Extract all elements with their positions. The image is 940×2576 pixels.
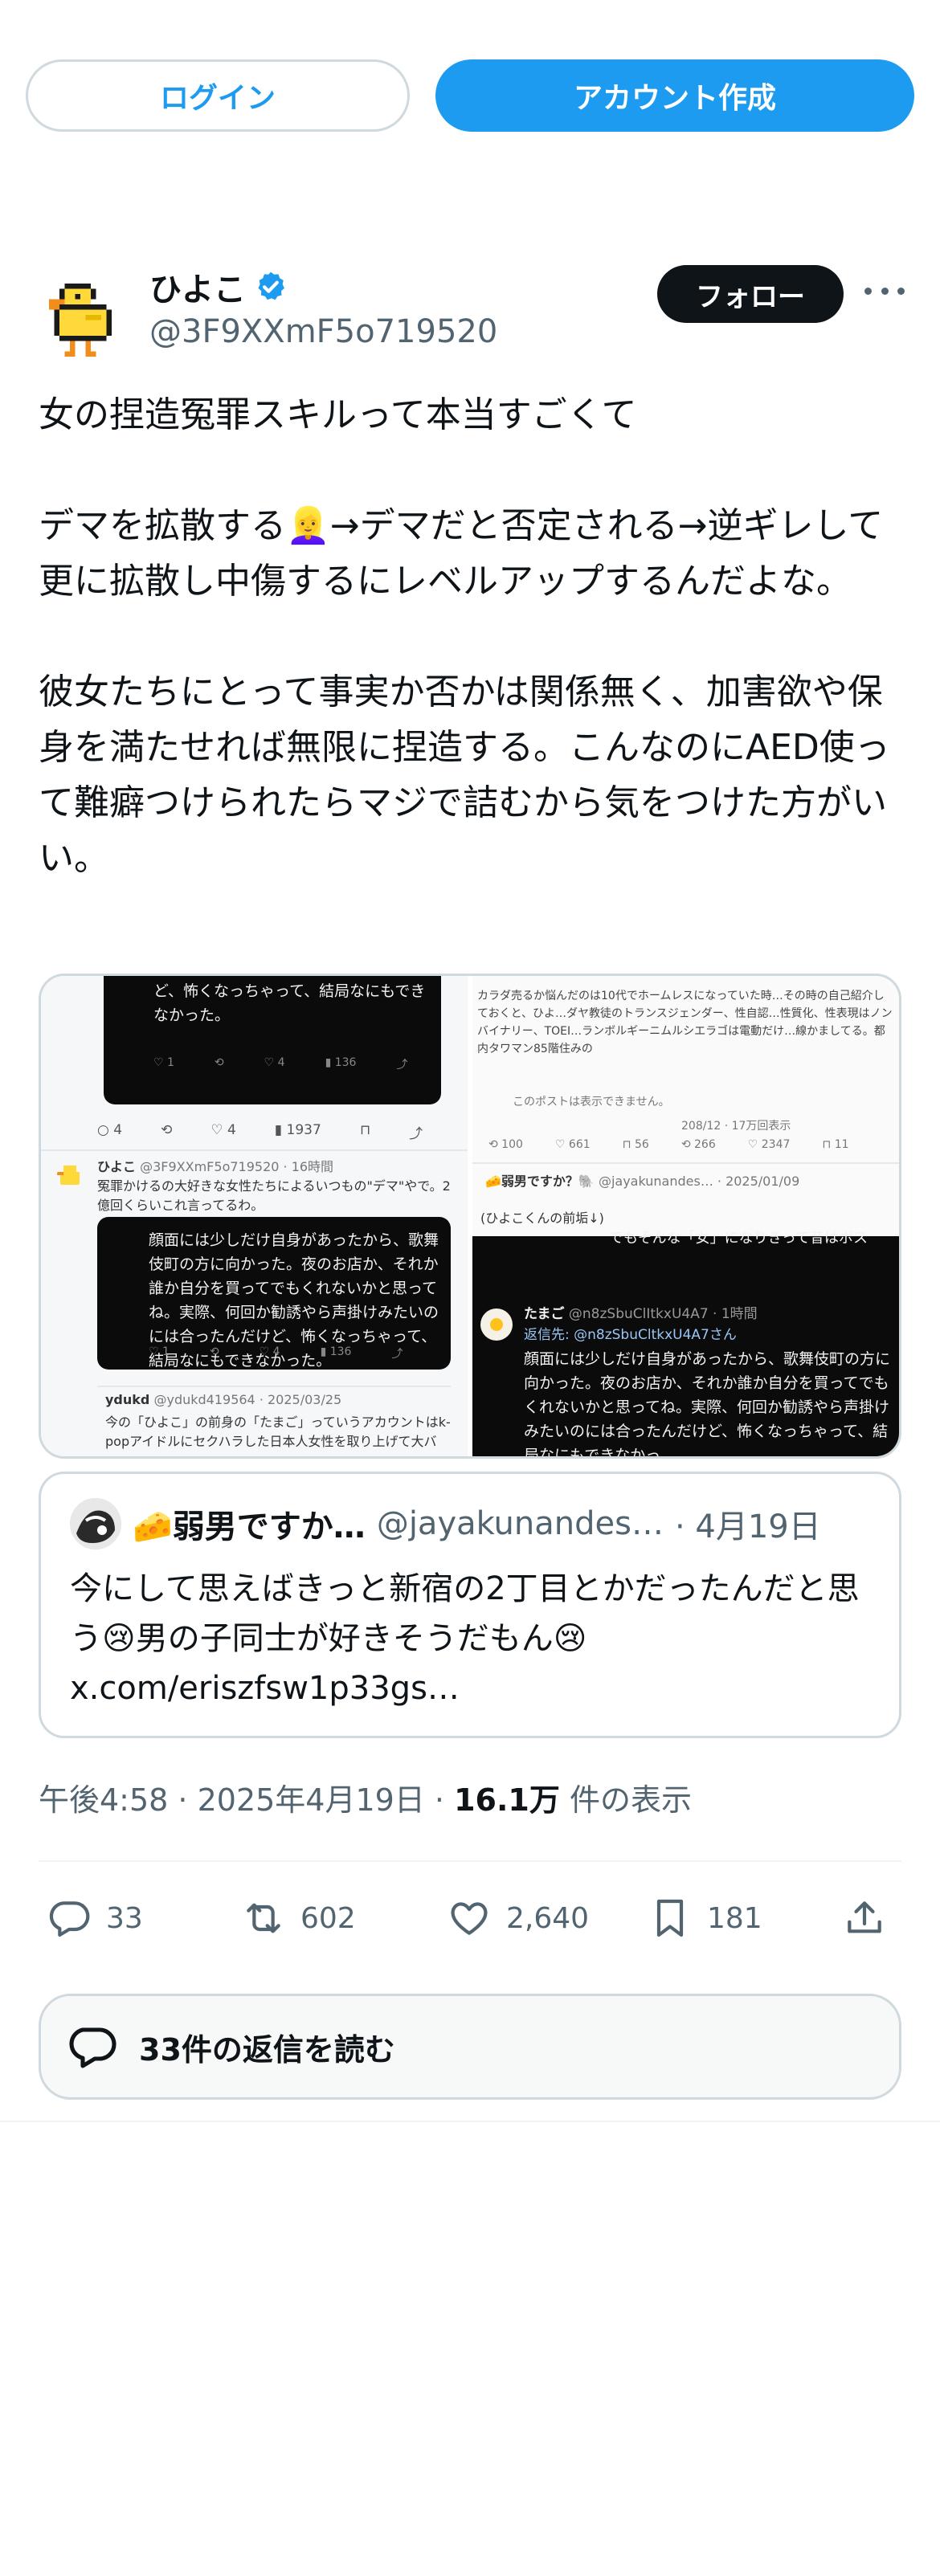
right-reply-to: 返信先: @n8zSbuCltkxU4A7さん — [524, 1327, 737, 1343]
reply-count: 33 — [106, 1901, 143, 1935]
follow-button[interactable]: フォロー — [657, 265, 844, 323]
right-top-text: カラダ売るか悩んだのは10代でホームレスになっていた時…その時の自己紹介しておく… — [477, 990, 893, 1055]
retweet-icon — [247, 1903, 280, 1933]
retweet-count: 602 — [300, 1901, 356, 1935]
bottom-reply-text: 今の「ひよこ」の前身の「たまご」っていうアカウントはk-popアイドルにセクハラ… — [105, 1415, 451, 1449]
bottom-reply-header: ydukd @ydukd419564 · 2025/03/25 — [105, 1390, 451, 1410]
mini-chick-avatar-icon — [57, 1166, 80, 1185]
divider — [41, 1149, 468, 1151]
quote-avatar — [70, 1498, 121, 1549]
tweet-text: 女の捏造冤罪スキルって本当すごくて デマを拡散する👱‍♀️→デマだと否定される→… — [39, 394, 890, 879]
like-count: 2,640 — [506, 1901, 590, 1935]
right-quote-text: (ひよこくんの前垢↓) — [480, 1210, 604, 1226]
bookmark-icon — [656, 1899, 684, 1937]
quote-author-name[interactable]: 🧀弱男ですか… — [133, 1500, 366, 1547]
screenshot-dark-mid: 顔面には少しだけ自身があったから、歌舞伎町の方に向かった。夜のお店か、それか誰か… — [97, 1217, 451, 1370]
divider — [472, 1162, 899, 1164]
media-grid[interactable]: ど、怖くなっちゃって、結局なにもできなかった。 ♡ 1 ⟲ ♡ 4 ▮ 136 ⤴ ○ … — [39, 974, 901, 1459]
bottom-divider — [0, 2121, 940, 2122]
quote-header: 🧀弱男ですか… @jayakunandes… · 4月19日 — [70, 1498, 821, 1549]
retweet-button[interactable]: 602 — [241, 1886, 356, 1950]
media-image-left[interactable]: ど、怖くなっちゃって、結局なにもできなかった。 ♡ 1 ⟲ ♡ 4 ▮ 136 ⤴ ○ … — [41, 976, 468, 1456]
media-image-right[interactable]: カラダ売るか悩んだのは10代でホームレスになっていた時…その時の自己紹介しておく… — [472, 976, 899, 1456]
reply-author: ひよこ — [97, 1159, 137, 1174]
screenshot-dark-top: ど、怖くなっちゃって、結局なにもできなかった。 ♡ 1 ⟲ ♡ 4 ▮ 136 ⤴ — [104, 976, 441, 1104]
share-icon — [848, 1901, 881, 1933]
heart-icon — [451, 1902, 488, 1935]
like-button[interactable]: 2,640 — [447, 1886, 589, 1950]
more-options-icon[interactable] — [864, 275, 905, 307]
reply-button[interactable]: 33 — [47, 1886, 143, 1950]
bottom-author: ydukd — [105, 1392, 150, 1407]
reply-text: 冤罪かけるの大好きな女性たちによるいつもの"デマ"やで。2億回くらいこれ言ってる… — [97, 1178, 451, 1213]
author-name-row: ひよこ — [149, 263, 288, 310]
avatar[interactable] — [39, 273, 122, 357]
reply-handle: @3F9XXmF5o719520 · 16時間 — [140, 1159, 334, 1174]
egg-avatar-icon — [480, 1308, 513, 1341]
share-button[interactable] — [842, 1886, 887, 1950]
tweet-date[interactable]: 2025年4月19日 — [198, 1782, 425, 1818]
views-label: 件の表示 — [569, 1782, 692, 1818]
quote-author-handle[interactable]: @jayakunandes… — [377, 1505, 664, 1542]
right-quote-author: 🧀弱男ですか？🐘 — [485, 1174, 595, 1189]
quote-text: 今にして思えばきっと新宿の2丁目とかだったんだと思う😢男の子同士が好きそうだもん… — [70, 1570, 860, 1707]
shot-stats: ♡ 1 ⟲ ♡ 4 ▮ 136 ⤴ — [153, 1056, 408, 1072]
right-reply-author: たまご — [524, 1306, 565, 1322]
views-count: 16.1万 — [454, 1782, 560, 1818]
read-replies-button[interactable]: 33件の返信を読む — [39, 1994, 901, 2100]
views-note: 208/12 · 17万回表示 — [681, 1120, 791, 1133]
quote-avatar-image — [70, 1498, 121, 1549]
reply-header: ひよこ @3F9XXmF5o719520 · 16時間 — [97, 1157, 451, 1177]
screenshot-dark-right: でもそんな「女」になりきって昔はボス たまご @n8zSbuClItkxU4A7… — [472, 1230, 899, 1456]
action-bar: 33 602 2,640 181 — [39, 1886, 906, 1950]
bookmark-button[interactable]: 181 — [648, 1886, 762, 1950]
right-stats: ⟲ 100 ♡ 661 ⊓ 56 ⟲ 266 ♡ 2347 ⊓ 11 — [488, 1138, 849, 1151]
reply-icon — [49, 1901, 90, 1937]
hidden-note: このポストは表示できません。 — [513, 1096, 670, 1108]
right-shot-text: 顔面には少しだけ自身があったから、歌舞伎町の方に向かった。夜のお店か、それか誰か… — [524, 1350, 891, 1456]
quote-date: · 4月19日 — [674, 1508, 821, 1545]
row-stats: ○ 4 ⟲ ♡ 4 ▮ 1937 ⊓ ⤴ — [97, 1122, 423, 1142]
auth-bar: ログイン アカウント作成 — [26, 59, 914, 132]
shot-stats-mid: ♡ 1 ⟲ ♡ 4 ▮ 136 ⤴ — [149, 1345, 403, 1361]
author-name[interactable]: ひよこ — [149, 263, 246, 310]
divider-top — [39, 1860, 901, 1862]
tweet-time[interactable]: 午後4:58 — [39, 1782, 168, 1818]
tweet-header: ひよこ @3F9XXmF5o719520 フォロー — [39, 257, 906, 361]
right-quote-header: 🧀弱男ですか？🐘 @jayakunandes… · 2025/01/09 — [485, 1172, 899, 1191]
overlay-text: でもそんな「女」になりきって昔はボス — [609, 1230, 868, 1247]
read-replies-label: 33件の返信を読む — [139, 2031, 395, 2068]
verified-badge-icon — [258, 271, 284, 300]
speech-bubble-icon — [69, 2027, 116, 2068]
quote-tweet[interactable]: 🧀弱男ですか… @jayakunandes… · 4月19日 今にして思えばきっ… — [39, 1472, 901, 1738]
author-handle[interactable]: @3F9XXmF5o719520 — [149, 313, 497, 350]
signup-button[interactable]: アカウント作成 — [435, 59, 914, 132]
tweet-meta: 午後4:58 · 2025年4月19日 · 16.1万 件の表示 — [39, 1782, 692, 1818]
divider — [97, 1386, 451, 1387]
shot-text: ど、怖くなっちゃって、結局なにもできなかった。 — [153, 982, 426, 1024]
right-reply-handle: @n8zSbuClItkxU4A7 · 1時間 — [568, 1306, 758, 1322]
login-button[interactable]: ログイン — [26, 59, 410, 132]
bottom-handle: @ydukd419564 · 2025/03/25 — [153, 1392, 342, 1407]
right-quote-handle: @jayakunandes… · 2025/01/09 — [598, 1174, 800, 1189]
bookmark-count: 181 — [707, 1901, 762, 1935]
